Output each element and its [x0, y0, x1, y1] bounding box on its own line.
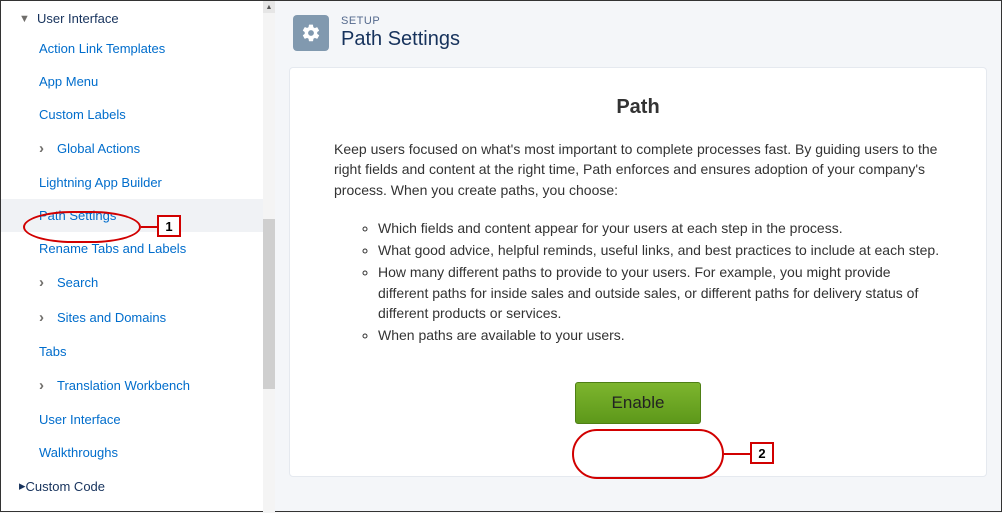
sidebar-item[interactable]: Action Link Templates	[1, 32, 274, 65]
bullet-item: When paths are available to your users.	[378, 325, 942, 345]
scroll-up-arrow-icon[interactable]: ▲	[263, 1, 275, 13]
sidebar-item[interactable]: › Sites and Domains	[1, 300, 274, 335]
sidebar-item[interactable]: User Interface	[1, 403, 274, 436]
sidebar-item-label: App Menu	[39, 74, 98, 89]
sidebar-item-label: Action Link Templates	[39, 41, 165, 56]
sidebar-item-label: User Interface	[39, 412, 121, 427]
card-heading: Path	[334, 96, 942, 119]
sidebar-item-label: Global Actions	[57, 141, 140, 156]
tree-parent-user-interface[interactable]: ▼ User Interface	[1, 5, 274, 32]
card-lead-text: Keep users focused on what's most import…	[334, 139, 942, 200]
bullet-item: Which fields and content appear for your…	[378, 218, 942, 238]
sidebar-item-label: Path Settings	[39, 208, 116, 223]
bullet-item: What good advice, helpful reminds, usefu…	[378, 240, 942, 260]
scrollbar-thumb[interactable]	[263, 219, 275, 389]
sidebar-item[interactable]: › Global Actions	[1, 131, 274, 166]
sidebar-item[interactable]: Walkthroughs	[1, 436, 274, 469]
sidebar-item[interactable]: Custom Labels	[1, 98, 274, 131]
tree-parent-label: Custom Code	[26, 479, 105, 494]
sidebar-item-label: Search	[57, 275, 98, 290]
sidebar-item[interactable]: › Search	[1, 265, 274, 300]
sidebar-item[interactable]: App Menu	[1, 65, 274, 98]
page-header: SETUP Path Settings	[275, 1, 1001, 67]
sidebar-item-label: Sites and Domains	[57, 310, 166, 325]
sidebar-item-label: Rename Tabs and Labels	[39, 241, 186, 256]
sidebar-item-label: Custom Labels	[39, 107, 126, 122]
page-title: Path Settings	[341, 28, 460, 51]
enable-button[interactable]: Enable	[575, 382, 702, 424]
chevron-right-icon: ›	[39, 274, 49, 291]
sidebar-item[interactable]: › Translation Workbench	[1, 368, 274, 403]
header-eyebrow: SETUP	[341, 15, 460, 27]
sidebar-item-label: Translation Workbench	[57, 378, 190, 393]
chevron-right-icon: ›	[39, 309, 49, 326]
chevron-down-icon: ▼	[19, 13, 29, 25]
content-card: Path Keep users focused on what's most i…	[289, 67, 987, 477]
main-content: SETUP Path Settings Path Keep users focu…	[275, 1, 1001, 511]
sidebar-item-label: Lightning App Builder	[39, 175, 162, 190]
chevron-right-icon: ›	[39, 377, 49, 394]
sidebar-item-label: Tabs	[39, 344, 66, 359]
tree-parent-label: User Interface	[37, 11, 119, 26]
chevron-right-icon: ›	[39, 140, 49, 157]
sidebar: ▼ User Interface Action Link Templates Ap…	[1, 1, 275, 511]
scrollbar-track[interactable]: ▲	[263, 1, 275, 513]
sidebar-item[interactable]: Lightning App Builder	[1, 166, 274, 199]
card-bullet-list: Which fields and content appear for your…	[334, 218, 942, 346]
sidebar-item[interactable]: Tabs	[1, 335, 274, 368]
sidebar-item[interactable]: Path Settings	[1, 199, 274, 232]
tree-parent-custom-code[interactable]: ▸ Custom Code	[1, 469, 274, 503]
bullet-item: How many different paths to provide to y…	[378, 262, 942, 323]
sidebar-item-label: Walkthroughs	[39, 445, 118, 460]
gear-icon	[293, 15, 329, 51]
sidebar-item[interactable]: Rename Tabs and Labels	[1, 232, 274, 265]
